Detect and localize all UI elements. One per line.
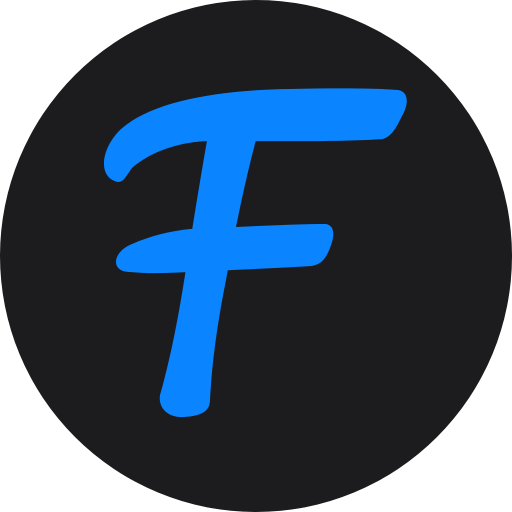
logo-canvas [0,0,512,512]
f-logo-icon [0,0,512,512]
